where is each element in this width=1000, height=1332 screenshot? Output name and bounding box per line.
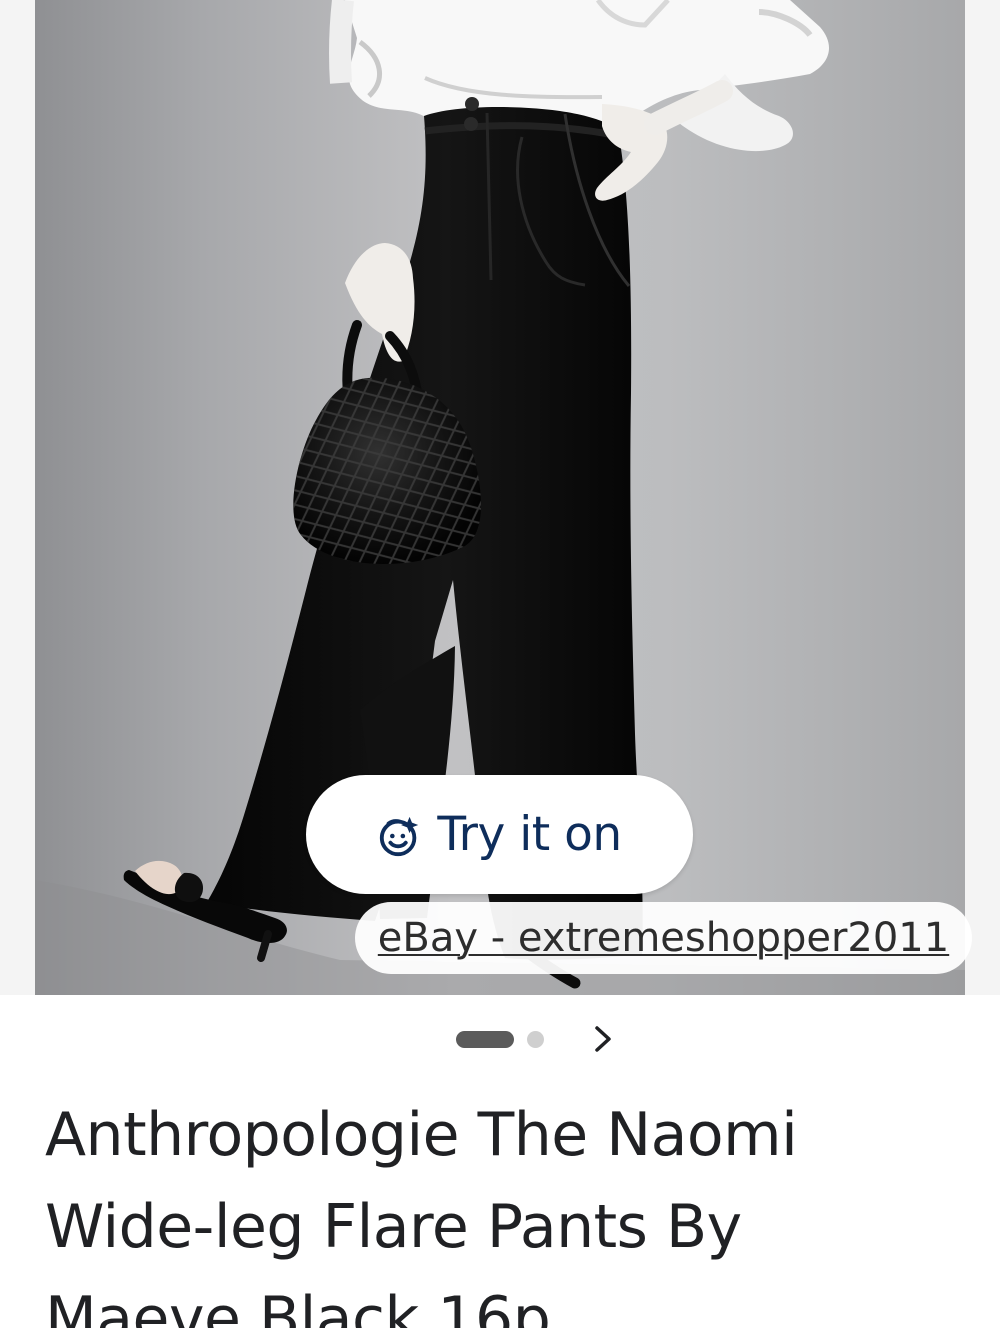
page-bottom-edge: [0, 1328, 1000, 1332]
carousel-controls: [0, 995, 1000, 1090]
chevron-right-icon[interactable]: [585, 1021, 621, 1057]
carousel-dot-inactive[interactable]: [527, 1031, 544, 1048]
face-sparkle-icon: [377, 813, 423, 859]
try-it-on-button[interactable]: Try it on: [306, 775, 693, 894]
image-source-link[interactable]: eBay - extremeshopper2011: [355, 902, 972, 974]
carousel-dot-active[interactable]: [456, 1031, 514, 1048]
product-title: Anthropologie The Naomi Wide-leg Flare P…: [45, 1100, 798, 1332]
try-it-on-label: Try it on: [437, 807, 622, 862]
product-image-carousel[interactable]: Try it on eBay - extremeshopper2011: [0, 0, 1000, 995]
product-page: Try it on eBay - extremeshopper2011 Anth…: [0, 0, 1000, 1332]
